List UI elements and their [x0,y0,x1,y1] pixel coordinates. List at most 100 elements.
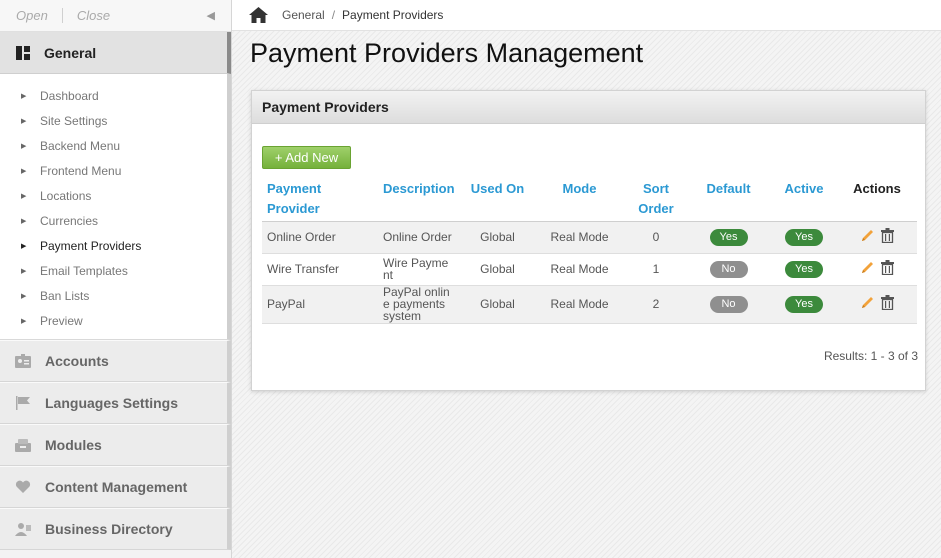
sidebar-item-site-settings[interactable]: ▶ Site Settings [0,108,227,133]
sidebar-item-label: Preview [40,313,83,328]
default-toggle[interactable]: Yes [709,228,748,246]
collapse-arrow-icon[interactable]: ◀ [207,9,215,22]
col-mode[interactable]: Mode [533,179,626,222]
sidebar-item-frontend-menu[interactable]: ▶ Frontend Menu [0,158,227,183]
bullet-icon: ▶ [21,267,27,275]
sidebar-item-preview[interactable]: ▶ Preview [0,308,227,333]
sidebar-group-accounts[interactable]: Accounts [0,340,231,382]
cell-sort: 0 [626,221,686,254]
page-title: Payment Providers Management [250,38,644,68]
bullet-icon: ▶ [21,117,27,125]
cell-used-on: Global [462,221,533,254]
group-label: Languages Settings [45,395,179,411]
sidebar-group-languages-settings[interactable]: Languages Settings [0,382,231,424]
edit-pencil-icon[interactable] [860,295,875,313]
col-used-on[interactable]: Used On [462,179,533,222]
sidebar-item-payment-providers[interactable]: ▶ Payment Providers [0,233,227,258]
delete-trash-icon[interactable] [881,228,894,246]
edit-pencil-icon[interactable] [860,228,875,246]
header-label: Default [706,181,751,196]
sidebar-group-business-directory[interactable]: Business Directory [0,508,231,550]
default-toggle[interactable]: No [709,295,748,313]
default-toggle[interactable]: No [709,260,748,278]
col-sort-order[interactable]: Sort Order [626,179,686,222]
header-label: Used On [470,181,525,196]
col-actions: Actions [837,179,917,222]
section-title: General [44,44,97,61]
col-default[interactable]: Default [686,179,771,222]
close-link[interactable]: Close [77,8,110,23]
group-label: Content Management [45,479,188,495]
open-link[interactable]: Open [16,8,48,23]
group-label: Modules [45,437,102,453]
panel-title: Payment Providers [252,91,925,124]
header-label: Actions [853,181,901,196]
sidebar-item-email-templates[interactable]: ▶ Email Templates [0,258,227,283]
table-header-row: Payment Provider Description Used On Mode… [262,179,917,222]
sidebar-group-content-management[interactable]: Content Management [0,466,231,508]
modules-icon [15,437,31,453]
providers-table: Payment Provider Description Used On Mode… [262,179,917,324]
delete-trash-icon[interactable] [881,295,894,313]
active-toggle[interactable]: Yes [785,228,823,246]
general-subnav: ▶ Dashboard ▶ Site Settings ▶ Backend Menu … [0,74,231,340]
bullet-icon: ▶ [21,142,27,150]
cell-default: No [686,253,771,286]
desc-line: system [383,309,422,323]
cell-active: Yes [771,221,837,254]
edit-pencil-icon[interactable] [860,260,875,278]
divider [61,8,63,23]
sidebar-item-label: Dashboard [40,88,99,103]
sidebar-item-label: Site Settings [40,113,108,128]
directory-icon [15,521,31,537]
sidebar-item-ban-lists[interactable]: ▶ Ban Lists [0,283,227,308]
header-label: Mode [562,181,597,196]
cell-provider: Wire Transfer [262,253,378,286]
bullet-icon: ▶ [21,317,27,325]
sidebar-item-backend-menu[interactable]: ▶ Backend Menu [0,133,227,158]
col-active[interactable]: Active [771,179,837,222]
sidebar-item-locations[interactable]: ▶ Locations [0,183,227,208]
breadcrumb-current: Payment Providers [342,8,444,22]
cell-description: Online Order [378,221,462,254]
bullet-icon: ▶ [21,92,27,100]
header-label: Payment [267,181,322,196]
active-toggle[interactable]: Yes [785,260,823,278]
cell-sort: 1 [626,253,686,286]
sidebar-item-label: Locations [40,188,92,203]
sidebar: Open Close ◀ General ▶ Dashboard ▶ Site Se… [0,0,232,558]
main-content: General / Payment Providers Payment Prov… [232,0,941,558]
cell-used-on: Global [462,253,533,286]
breadcrumb-parent[interactable]: General [282,8,325,22]
sidebar-item-label: Currencies [40,213,99,228]
cell-actions [837,253,917,286]
cell-active: Yes [771,253,837,286]
cell-actions [837,285,917,324]
table-row: Online Order Online Order Global Real Mo… [262,221,917,254]
col-payment-provider[interactable]: Payment Provider [262,179,378,222]
sidebar-toggle-bar: Open Close ◀ [0,0,231,32]
group-label: Business Directory [45,521,173,537]
header-label: Provider [267,201,320,216]
section-general[interactable]: General [0,32,231,74]
table-row: PayPal PayPal onlin e payments system Glob… [262,285,917,324]
header-label: Sort [643,181,669,196]
col-description[interactable]: Description [378,179,462,222]
bullet-icon: ▶ [21,167,27,175]
delete-trash-icon[interactable] [881,260,894,278]
cell-provider: Online Order [262,221,378,254]
results-count: Results: 1 - 3 of 3 [823,349,918,363]
cell-default: No [686,285,771,324]
accounts-icon [15,353,31,369]
home-icon[interactable] [249,7,268,23]
sidebar-item-currencies[interactable]: ▶ Currencies [0,208,227,233]
active-toggle[interactable]: Yes [785,295,823,313]
sidebar-item-dashboard[interactable]: ▶ Dashboard [0,83,227,108]
cell-description: PayPal onlin e payments system [378,285,462,324]
flag-icon [15,395,31,411]
bullet-icon: ▶ [21,192,27,200]
bullet-icon: ▶ [21,242,27,250]
sidebar-group-modules[interactable]: Modules [0,424,231,466]
add-new-button[interactable]: + Add New [262,146,351,169]
cell-mode: Real Mode [533,253,626,286]
